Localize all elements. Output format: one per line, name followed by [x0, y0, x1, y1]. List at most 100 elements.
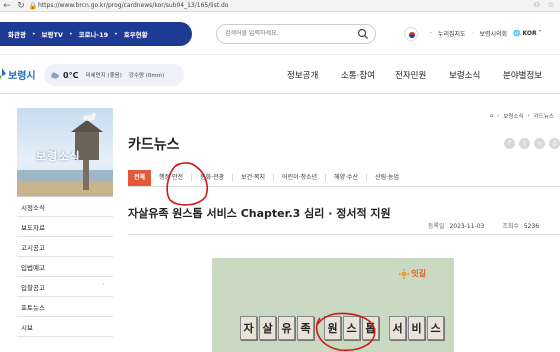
sidebar-item-label: 고시공고 — [21, 243, 45, 252]
sidebar-item-notices[interactable]: 고시공고 — [17, 237, 113, 257]
card-brand-text: 잇길 — [411, 269, 426, 278]
bullet-icon: · — [471, 30, 474, 37]
tab-children-youth[interactable]: 어린이·청소년 — [274, 173, 327, 182]
zoom-icon[interactable]: ⚇ — [533, 1, 539, 9]
sidebar-item-label: 포토뉴스 — [21, 303, 45, 312]
card-tile: 족 — [297, 316, 314, 340]
main-menu: 정보공개 소통·참여 전자민원 보령소식 분야별정보 — [287, 69, 557, 81]
share-buttons: f t ∞ ⎙ — [504, 138, 560, 149]
sidebar-item-label: 입법예고 — [21, 263, 45, 272]
breadcrumb: ⌂ › 보령소식 › 카드뉴스 — [490, 112, 554, 120]
sitemap-link[interactable]: 누리집지도 — [438, 29, 466, 38]
sidebar-item-city-bulletin[interactable]: 시보 — [17, 317, 113, 337]
breadcrumb-item[interactable]: 카드뉴스 — [534, 112, 554, 120]
sidebar-menu: 시정소식 보도자료 고시공고 입법예고 입찰공고 ˅ 포토뉴스 시보 — [17, 196, 113, 337]
quick-link-boryeong-tv[interactable]: 보령TV — [36, 29, 69, 39]
logo-text: 보령시 — [8, 71, 36, 82]
sidebar-item-label: 시보 — [21, 323, 33, 332]
language-label: KOR — [522, 30, 537, 37]
category-tabs: 전체 행정·안전 문화·관광 보건·복지 어린이·청소년 해양·수산 산림·농업 — [128, 169, 560, 187]
tab-culture-tourism[interactable]: 문화·관광 — [192, 173, 234, 182]
menu-participation[interactable]: 소통·참여 — [341, 69, 395, 81]
bullet-icon: · — [430, 30, 432, 37]
meta-date-value: 2023-11-03 — [449, 223, 485, 230]
globe-icon: 🌐 — [513, 30, 521, 37]
main-navigation: 보령시 0°C 미세먼지 (좋음) 강수량 (0mm) 정보공개 소통·참여 전… — [0, 54, 560, 94]
site-logo[interactable]: 보령시 — [0, 67, 36, 82]
breadcrumb-separator: › — [497, 113, 500, 119]
url-text[interactable]: https://www.brcn.go.kr/prog/cardnews/kor… — [38, 2, 228, 9]
weather-widget: 0°C 미세먼지 (좋음) 강수량 (0mm) — [44, 64, 184, 86]
home-icon[interactable]: ⌂ — [490, 113, 494, 119]
refresh-icon[interactable]: ↻ — [14, 1, 28, 11]
sidebar: 보령소식 시정소식 보도자료 고시공고 입법예고 입찰공고 ˅ 포토뉴스 시보 — [17, 108, 113, 352]
twitter-icon[interactable]: t — [519, 138, 530, 149]
card-tile: 톱 — [362, 316, 379, 340]
card-tile: 살 — [259, 316, 276, 340]
sidebar-item-legislation[interactable]: 입법예고 — [17, 257, 113, 277]
card-brand: 잇길 — [399, 268, 426, 279]
tab-admin-safety[interactable]: 행정·안전 — [151, 173, 193, 182]
sidebar-item-bids[interactable]: 입찰공고 ˅ — [17, 277, 113, 297]
breadcrumb-item[interactable]: 보령소식 — [503, 112, 523, 120]
weather-air-quality: 미세먼지 (좋음) — [85, 73, 122, 79]
quick-link-rain-status[interactable]: 호우현황 — [118, 29, 154, 39]
logo-mark-icon — [0, 67, 6, 80]
search-icon[interactable] — [357, 28, 369, 40]
menu-info-disclosure[interactable]: 정보공개 — [287, 69, 341, 81]
card-tile: 스 — [427, 316, 444, 340]
sidebar-item-label: 입찰공고 — [21, 283, 45, 292]
card-tile: 자 — [240, 316, 257, 340]
menu-boryeong-news[interactable]: 보령소식 — [449, 69, 503, 81]
page-title: 카드뉴스 — [128, 137, 180, 153]
tab-all[interactable]: 전체 — [128, 169, 152, 186]
card-tile: 원 — [324, 316, 341, 340]
sun-logo-icon — [399, 268, 410, 279]
browser-address-bar: ← ↻ 🔒 https://www.brcn.go.kr/prog/cardne… — [0, 0, 560, 12]
tab-marine-fisheries[interactable]: 해양·수산 — [326, 173, 368, 182]
card-news-image[interactable]: 잇길 자 살 유 족 원 스 톱 서 비 스 — [212, 258, 454, 352]
quick-link-covid[interactable]: 코로나-19 — [72, 29, 114, 39]
korea-flag-icon — [404, 27, 418, 41]
menu-field-info[interactable]: 분야별정보 — [503, 69, 557, 81]
bookmark-icon[interactable]: ☆ — [548, 1, 554, 9]
card-tile: 서 — [389, 316, 406, 340]
meta-views-label: 조회수 — [502, 223, 519, 230]
sidebar-item-photo-news[interactable]: 포토뉴스 — [17, 297, 113, 317]
article-meta: 등록일 2023-11-03 조회수 5236 — [428, 221, 539, 230]
sidebar-banner-title: 보령소식 — [36, 150, 81, 163]
meta-views-value: 5236 — [523, 223, 540, 230]
sidebar-item-city-news[interactable]: 시정소식 — [17, 197, 113, 217]
card-title-tiles: 자 살 유 족 원 스 톱 서 비 스 — [240, 316, 444, 340]
weather-rainfall: 강수량 (0mm) — [128, 73, 165, 79]
facebook-icon[interactable]: f — [504, 138, 515, 149]
link-icon[interactable]: ∞ — [534, 138, 545, 149]
card-tile: 비 — [408, 316, 425, 340]
chevron-down-icon: ˅ — [102, 283, 105, 290]
sidebar-item-press[interactable]: 보도자료 — [17, 217, 113, 237]
card-tile: 유 — [278, 316, 295, 340]
divider — [128, 234, 560, 235]
main-content: ⌂ › 보령소식 › 카드뉴스 카드뉴스 f t ∞ ⎙ 전체 행정·안전 문화… — [128, 108, 560, 352]
language-selector[interactable]: 🌐 KOR ˅ — [513, 30, 542, 37]
back-icon[interactable]: ← — [0, 1, 14, 11]
meta-date: 등록일 2023-11-03 — [428, 221, 484, 230]
search-input[interactable] — [225, 30, 355, 37]
print-icon[interactable]: ⎙ — [549, 138, 560, 149]
utility-links-right: · 누리집지도 · 보령시의회 🌐 KOR ˅ — [430, 29, 542, 38]
menu-e-civil[interactable]: 전자민원 — [395, 69, 449, 81]
quick-links: 화관광 • 보령TV • 코로나-19 • 호우현황 — [0, 22, 192, 46]
sidebar-item-label: 시정소식 — [21, 203, 45, 212]
sidebar-item-label: 보도자료 — [21, 223, 45, 232]
utility-bar: 화관광 • 보령TV • 코로나-19 • 호우현황 · 누리집지도 · 보령시… — [0, 12, 560, 54]
search-box — [216, 24, 376, 44]
card-tile: 스 — [343, 316, 360, 340]
tab-forest-agriculture[interactable]: 산림·농업 — [367, 174, 407, 182]
quick-link-tourism[interactable]: 화관광 — [2, 29, 32, 39]
lock-icon: 🔒 — [28, 1, 38, 10]
breadcrumb-separator: › — [527, 113, 530, 119]
council-link[interactable]: 보령시의회 — [479, 29, 507, 38]
tab-health-welfare[interactable]: 보건·복지 — [233, 173, 275, 182]
sidebar-banner: 보령소식 — [17, 108, 113, 196]
article-title: 자살유족 원스톱 서비스 Chapter.3 심리 · 정서적 지원 — [128, 207, 391, 220]
